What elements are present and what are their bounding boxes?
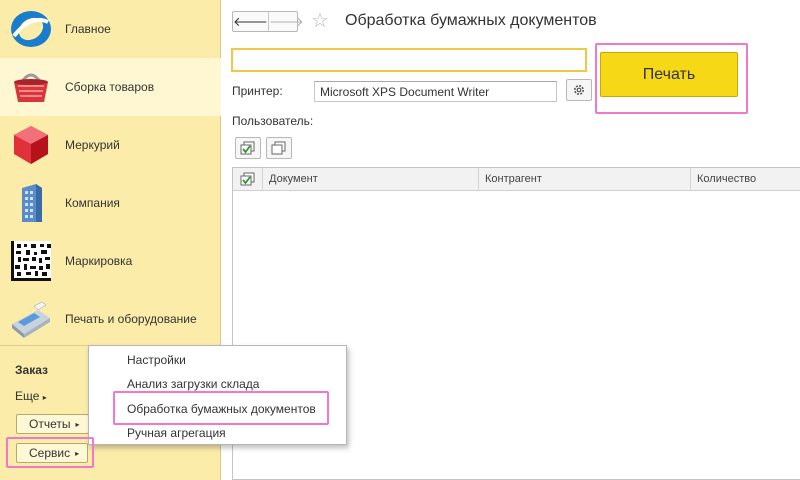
sidebar-item-assembly[interactable]: Сборка товаров — [0, 58, 221, 116]
logo-icon — [11, 11, 51, 47]
printer-settings-button[interactable] — [566, 79, 592, 101]
cube-icon — [14, 126, 48, 164]
service-button[interactable]: Сервис ▸ — [16, 443, 89, 463]
column-header-document[interactable]: Документ — [263, 168, 479, 191]
printer-label: Принтер: — [232, 84, 283, 98]
check-all-button[interactable] — [235, 137, 261, 159]
page-title: Обработка бумажных документов — [345, 12, 597, 29]
reports-button[interactable]: Отчеты ▸ — [16, 414, 89, 434]
sidebar-more-link[interactable]: Еще ▸ — [15, 389, 47, 403]
back-button[interactable]: 🡐 — [233, 12, 268, 31]
history-nav: 🡐 🡒 — [232, 11, 304, 32]
service-label: Сервис — [29, 446, 71, 460]
sidebar-item-main[interactable]: Главное — [0, 0, 221, 58]
star-icon[interactable]: ☆ — [311, 8, 329, 33]
menu-item-paper-documents[interactable]: Обработка бумажных документов — [127, 402, 316, 416]
pos-terminal-icon — [12, 301, 50, 338]
uncheck-all-icon — [271, 141, 286, 155]
sidebar-order-link[interactable]: Заказ — [15, 363, 48, 377]
checkbox-header-icon — [240, 172, 255, 186]
forward-button[interactable]: 🡒 — [267, 12, 304, 31]
uncheck-all-button[interactable] — [266, 137, 292, 159]
select-column-header[interactable] — [233, 168, 263, 191]
basket-icon — [14, 73, 48, 102]
column-header-counterparty[interactable]: Контрагент — [479, 168, 691, 191]
printer-field[interactable]: Microsoft XPS Document Writer — [314, 81, 557, 102]
sidebar-item-label: Маркировка — [65, 254, 133, 268]
user-label: Пользователь: — [232, 114, 314, 128]
barcode-input[interactable] — [231, 48, 587, 72]
sidebar-item-marking[interactable]: Маркировка — [0, 232, 221, 290]
sidebar-item-label: Печать и оборудование — [65, 312, 197, 326]
column-header-quantity[interactable]: Количество — [691, 168, 800, 191]
triangle-right-icon: ▸ — [42, 393, 47, 402]
menu-item-manual-aggregation[interactable]: Ручная агрегация — [127, 426, 226, 440]
sidebar-item-label: Компания — [65, 196, 120, 210]
triangle-right-icon: ▸ — [75, 448, 80, 458]
sidebar-item-label: Сборка товаров — [65, 80, 155, 94]
sidebar-item-mercury[interactable]: Меркурий — [0, 116, 221, 174]
datamatrix-icon — [11, 241, 51, 281]
menu-item-settings[interactable]: Настройки — [127, 353, 186, 367]
building-icon — [22, 184, 42, 222]
gear-icon — [574, 85, 584, 95]
sidebar-item-printing[interactable]: Печать и оборудование — [0, 290, 221, 348]
sidebar-item-label: Меркурий — [65, 138, 120, 152]
service-menu: Настройки Анализ загрузки склада Обработ… — [88, 345, 347, 445]
menu-item-warehouse-analysis[interactable]: Анализ загрузки склада — [127, 377, 259, 391]
print-button[interactable]: Печать — [600, 52, 738, 97]
more-label: Еще — [15, 389, 40, 403]
sidebar-item-company[interactable]: Компания — [0, 174, 221, 232]
triangle-right-icon: ▸ — [75, 419, 80, 429]
sidebar-item-label: Главное — [65, 22, 111, 36]
reports-label: Отчеты — [29, 417, 71, 431]
check-all-icon — [240, 141, 255, 155]
table-header: Документ Контрагент Количество — [233, 168, 800, 191]
